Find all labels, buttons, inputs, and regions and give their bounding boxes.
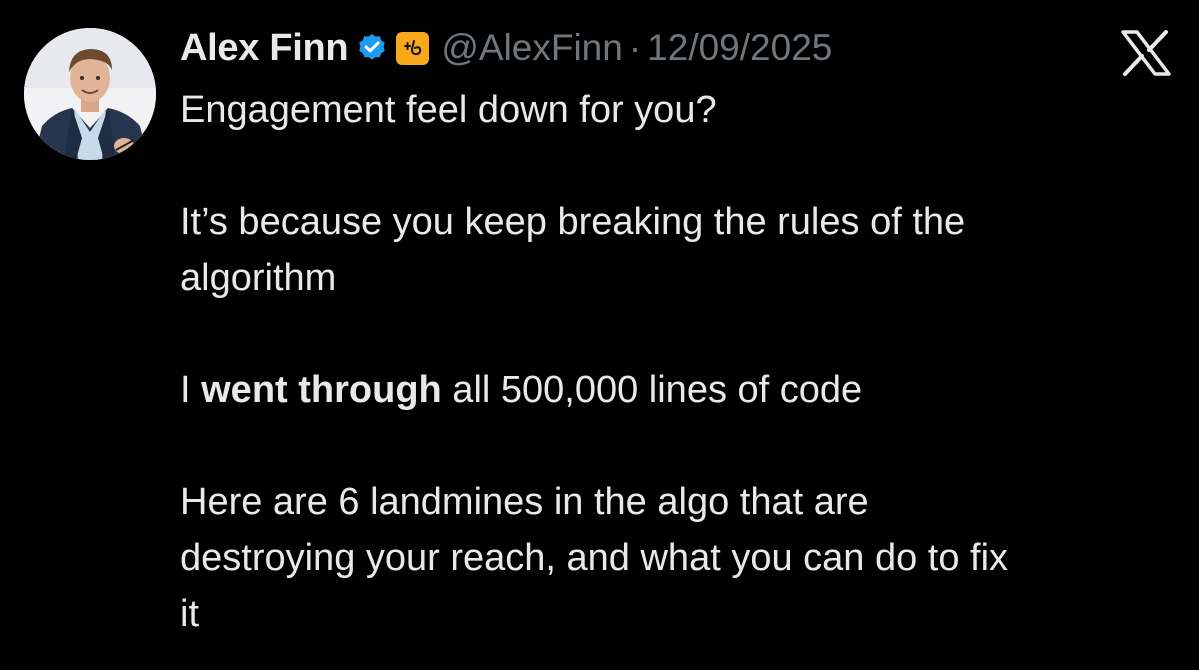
tweet-line: I went through all 500,000 lines of code (180, 362, 1170, 418)
separator-dot: · (628, 27, 642, 68)
tweet-line: destroying your reach, and what you can … (180, 537, 1009, 579)
affiliate-badge-icon (396, 31, 430, 65)
tweet-card: Alex Finn @AlexFinn · 12/09/2025 Engagem… (0, 0, 1199, 670)
display-name[interactable]: Alex Finn (180, 27, 349, 70)
tweet-body: Engagement feel down for you? It’s becau… (180, 82, 1170, 642)
avatar[interactable] (24, 28, 156, 160)
tweet-line: it (180, 593, 199, 635)
tweet-header: Alex Finn @AlexFinn · 12/09/2025 (180, 25, 832, 71)
author-handle[interactable]: @AlexFinn (441, 27, 623, 69)
tweet-bold-text: went through (201, 369, 442, 411)
profile-photo-image (24, 28, 156, 160)
tweet-line: It’s because you keep breaking the rules… (180, 201, 966, 243)
tweet-line: algorithm (180, 257, 337, 299)
tweet-line: Engagement feel down for you? (180, 89, 717, 131)
tweet-text-segment: I (180, 369, 202, 411)
x-logo-icon (1120, 30, 1172, 76)
tweet-line: Here are 6 landmines in the algo that ar… (180, 481, 869, 523)
tweet-text-segment: all 500,000 lines of code (441, 369, 863, 411)
verified-badge-icon (356, 32, 388, 64)
tweet-timestamp[interactable]: 12/09/2025 (647, 27, 832, 69)
